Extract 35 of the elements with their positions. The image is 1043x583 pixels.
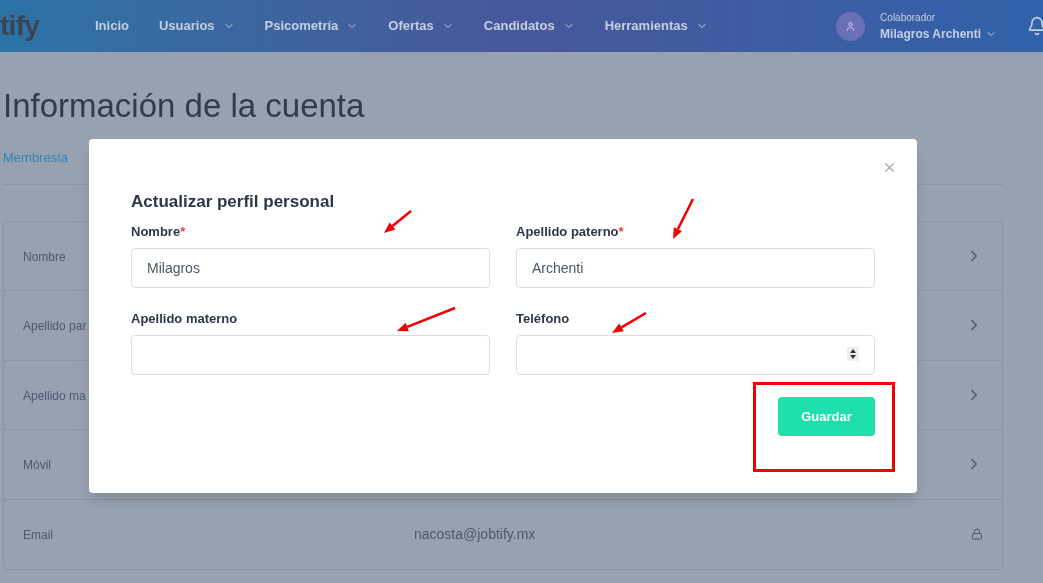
- annotation-arrow: [612, 311, 647, 333]
- user-menu[interactable]: Milagros Archenti: [880, 24, 997, 43]
- field-label: Apellido paterno*: [516, 223, 624, 240]
- annotation-arrow: [397, 306, 456, 332]
- nav-link[interactable]: Ofertas: [388, 16, 454, 36]
- row-label: Móvil: [23, 458, 51, 473]
- nav-link[interactable]: Candidatos: [483, 16, 575, 36]
- row-label: Email: [23, 528, 53, 543]
- row-label: Nombre: [23, 249, 66, 264]
- nav-link[interactable]: Psicometría: [264, 16, 359, 36]
- input-field[interactable]: Milagros: [131, 248, 490, 288]
- spinner-icon[interactable]: [847, 347, 859, 361]
- nav-link[interactable]: Herramientas: [604, 16, 708, 36]
- row-label: Apellido par: [23, 319, 87, 334]
- bell-icon[interactable]: [1027, 16, 1043, 36]
- input-field[interactable]: [516, 335, 875, 375]
- annotation-arrow: [673, 198, 695, 239]
- input-field[interactable]: Archenti: [516, 248, 875, 288]
- account-row[interactable]: Email nacosta@jobtify.mx: [4, 499, 1002, 569]
- field-label: Apellido materno: [131, 310, 238, 327]
- page-title: Información de la cuenta: [3, 86, 366, 126]
- nav-link[interactable]: Inicio: [95, 16, 129, 36]
- input-field[interactable]: [131, 335, 490, 375]
- annotation-arrow: [384, 210, 412, 233]
- user-icon: [845, 20, 857, 32]
- nav-link[interactable]: Usuarios: [158, 16, 235, 36]
- row-label: Apellido ma: [23, 388, 86, 403]
- avatar[interactable]: [836, 11, 866, 41]
- close-icon[interactable]: [882, 160, 897, 175]
- row-value: nacosta@jobtify.mx: [414, 524, 536, 544]
- lock-icon: [971, 528, 983, 541]
- field-label: Nombre*: [131, 223, 186, 240]
- field-label: Teléfono: [516, 310, 570, 327]
- user-role: Colaborador: [880, 10, 937, 25]
- modal-title: Actualizar perfil personal: [131, 191, 336, 213]
